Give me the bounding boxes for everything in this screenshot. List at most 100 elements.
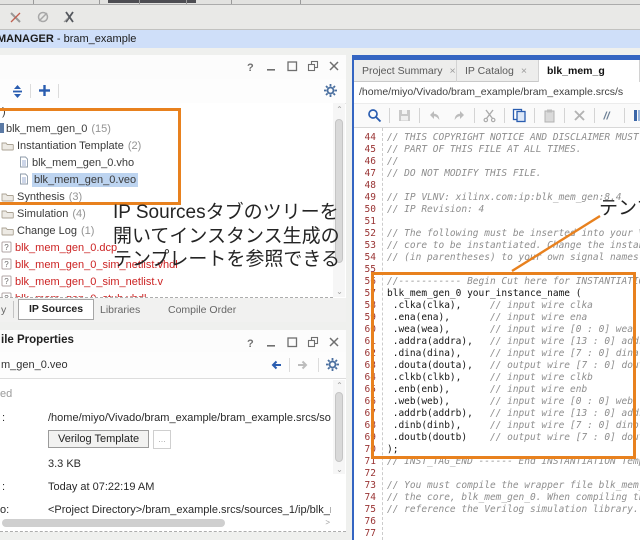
columns-icon[interactable] [632,108,640,123]
tree-item[interactable]: ?blk_mem_gen_0.dcp [0,240,333,257]
code-line: 62 .dina(dina), // input wire [7 : 0] di… [354,348,640,360]
tree-item[interactable]: Instantiation Template(2) [0,138,333,155]
tab-libraries[interactable]: Libraries [100,298,140,322]
top-toolbar [0,0,640,30]
tree-item[interactable]: blk_mem_gen_0.vho [0,155,333,172]
tab-hierarchy-partial[interactable]: y [1,298,6,322]
code-line: 55 [354,264,640,276]
code-line: 77 [354,528,640,540]
sources-panel-header: ? [0,55,346,80]
tab-project-summary[interactable]: Project Summary× [354,60,457,82]
scroll-up-icon[interactable]: ⌃ [335,381,344,390]
minimize-icon[interactable] [265,336,278,349]
properties-horizontal-scrollbar[interactable]: > [2,518,330,528]
delete-icon[interactable] [572,108,587,123]
scroll-down-icon[interactable]: ⌄ [335,465,344,474]
copy-icon[interactable] [512,108,527,123]
float-icon[interactable] [307,60,320,73]
tree-item[interactable]: Synthesis(3) [0,189,333,206]
location-value: /home/miyo/Vivado/bram_example/bram_exam… [48,412,331,424]
folder-icon [1,140,17,152]
code-line: 44// THIS COPYRIGHT NOTICE AND DISCLAIME… [354,132,640,144]
code-line: 52// The following must be inserted into… [354,228,640,240]
scroll-down-icon[interactable]: ⌄ [335,287,344,296]
tree-item[interactable]: ) [0,104,333,121]
file-type-more-button[interactable]: ... [153,430,171,449]
tree-item[interactable]: blk_mem_gen_0(15) [0,121,333,138]
settings-gear-icon[interactable] [325,357,341,373]
close-icon[interactable] [328,60,341,73]
tree-item[interactable]: ?blk_mem_gen_0_sim_netlist.vhdl [0,257,333,274]
code-line: 65 .enb(enb), // input wire enb [354,384,640,396]
maximize-icon[interactable] [286,60,299,73]
properties-vertical-scrollbar[interactable]: ⌃ ⌄ [333,380,345,474]
modified-value: Today at 07:22:19 AM [48,481,331,493]
folder-icon [1,208,17,220]
scroll-up-icon[interactable]: ⌃ [335,105,344,114]
cut-icon[interactable] [482,108,497,123]
svg-text:?: ? [4,243,9,252]
code-line: 69 .doutb(doutb) // output wire [7 : 0] … [354,432,640,444]
code-line: 75// reference the Verilog simulation li… [354,504,640,516]
code-line: 60 .wea(wea), // input wire [0 : 0] wea [354,324,640,336]
tab-ip-catalog[interactable]: IP Catalog× [457,60,539,82]
close-icon[interactable]: × [450,65,456,77]
sources-tab-bar: y IP Sources Libraries Compile Order [0,298,346,322]
settings-gear-icon[interactable] [323,83,338,103]
float-icon[interactable] [307,336,320,349]
properties-title: ile Properties [1,334,74,346]
close-icon[interactable]: × [521,65,527,77]
folder-icon [1,191,17,203]
code-line: 49// IP VLNV: xilinx.com:ip:blk_mem_gen:… [354,192,640,204]
disabled-tool-icon-2[interactable] [35,9,51,25]
close-icon[interactable] [328,336,341,349]
help-icon[interactable]: ? [244,60,257,73]
tree-item[interactable]: ?blk_mem_gen_0_sim_netlist.v [0,274,333,291]
scroll-right-icon[interactable]: > [325,518,330,528]
file-type-button[interactable]: Verilog Template [48,430,149,448]
sources-panel: ? )blk_mem_gen_0(15)Instantiation Templa… [0,55,346,322]
tab-ip-sources[interactable]: IP Sources [18,299,94,320]
help-icon[interactable]: ? [244,336,257,349]
tree-item[interactable]: Change Log(1) [0,223,333,240]
manager-project: - bram_example [54,33,137,45]
collapse-all-icon[interactable] [10,84,25,104]
save-icon[interactable] [397,108,412,123]
file-icon [19,174,32,186]
code-line: 48 [354,180,640,192]
copied-to-value: <Project Directory>/bram_example.srcs/so… [48,504,331,516]
redo-icon[interactable] [452,108,467,123]
code-line: 72 [354,468,640,480]
paste-icon[interactable] [542,108,557,123]
ip-core-icon [0,123,4,133]
add-sources-icon[interactable] [37,83,52,103]
tree-item[interactable]: ?blk_mem_gen_0_stub.vhdl [0,291,333,298]
minimize-icon[interactable] [265,60,278,73]
scrollbar-thumb[interactable] [2,519,225,527]
code-line: 73// You must compile the wrapper file b… [354,480,640,492]
code-editor[interactable]: 44// THIS COPYRIGHT NOTICE AND DISCLAIME… [354,128,640,540]
sources-vertical-scrollbar[interactable]: ⌃ ⌄ [333,103,345,297]
forward-arrow-icon[interactable] [296,357,312,373]
code-line: 53// core to be instantiated. Change the… [354,240,640,252]
search-icon[interactable] [367,108,382,123]
scrollbar-thumb[interactable] [335,119,343,263]
undo-icon[interactable] [427,108,442,123]
tree-item[interactable]: Simulation(4) [0,206,333,223]
code-line: 74// the core, blk_mem_gen_0. When compi… [354,492,640,504]
ip-sources-tree: )blk_mem_gen_0(15)Instantiation Template… [0,103,333,298]
disabled-tool-icon-1[interactable] [8,9,24,25]
code-line: 64 .clkb(clkb), // input wire clkb [354,372,640,384]
maximize-icon[interactable] [286,336,299,349]
code-line: 76 [354,516,640,528]
modified-label-fragment: : [2,481,5,493]
tab-blk-mem-gen[interactable]: blk_mem_g [539,60,640,82]
folder-icon [1,225,17,237]
scrollbar-thumb[interactable] [335,392,343,462]
disabled-tool-icon-3[interactable] [62,9,78,25]
back-arrow-icon[interactable] [267,357,283,373]
tree-item[interactable]: blk_mem_gen_0.veo [0,172,333,189]
code-editor-panel: Project Summary× IP Catalog× blk_mem_g /… [352,55,640,540]
comment-icon[interactable]: // [602,108,617,123]
tab-compile-order[interactable]: Compile Order [168,298,236,322]
